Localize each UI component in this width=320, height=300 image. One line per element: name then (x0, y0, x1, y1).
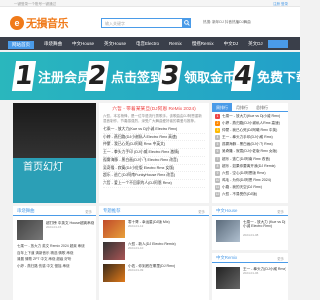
list-item[interactable]: 7 超乐 - 逃亡(DJ阿南 Rmx 改音) (215, 156, 285, 163)
list-item[interactable]: 小婷 - 燕归路(DJ小谢私人Electro Rmx 高速) (103, 134, 205, 142)
thumbnail[interactable] (103, 220, 125, 238)
rank-badge: 3 (215, 128, 220, 134)
rank-badge: 2 (215, 121, 220, 127)
section-chinese-remix: 中文Remix 更多 王一 - 拳头力(DJ小威 Rmx) 2024-01-06 (212, 253, 288, 300)
section-featured-topics: 专题推荐 更多 零十哥 - 幸运星(DJ版 Mix) 2024-01-12 六哲 -… (99, 206, 209, 300)
nav-item[interactable]: 英文DJ (248, 41, 263, 49)
section-title: 专题推荐 (103, 208, 121, 213)
ranking-panel: 周排行 月排行 总排行 1 七乘一 - 放大力(Kue vs Dj小诚 Rmx) … (212, 103, 288, 203)
hot-search[interactable]: 热搜: 新年DJ 抖音热播DJ舞曲 (203, 20, 251, 25)
rank-badge: 7 (215, 156, 220, 162)
main-nav: 网站首页 串烧舞曲 中文House 英文House 电音Electro Remi… (0, 37, 300, 50)
home-slider[interactable]: 首页幻灯 (13, 103, 96, 203)
list-item[interactable]: 9 六哲 - 空心(DJ阿恩版 Rmx) (215, 170, 285, 177)
banner-step-2: 2 点击签到 (84, 61, 164, 91)
logo-mark-icon: e (10, 16, 24, 30)
promo-banner[interactable]: 1注册会员 2点击签到 3领取金币 4免费下载 (0, 52, 300, 100)
site-logo[interactable]: e 无損音乐 (10, 15, 69, 31)
list-item[interactable]: 仲蒙 - 我已心死(DJ阿曦 Rmx 中英文) (103, 141, 205, 150)
top-bar: 一键登录一个账号一键通过 注册 登录 (0, 0, 300, 7)
banner-step-3: 3 领取金币 (157, 61, 237, 91)
list-item[interactable]: 六哲 - 爱上一个不回家的人(DJ阿恩 Rmx) (103, 180, 205, 188)
more-link[interactable]: 更多 (277, 256, 284, 261)
thumbnail[interactable] (17, 220, 43, 240)
list-item[interactable]: 六哲 - 新人(DJ Electro Remix) 2024-01-10 (128, 242, 206, 250)
header: e 无損音乐 输入关键字 热搜: 新年DJ 抖音热播DJ舞曲 (0, 7, 300, 37)
top-bar-notice: 一键登录一个账号一键通过 (14, 1, 56, 6)
list-item[interactable]: 10 鸡毛 - 为你(DJ阿恩 Rmx 2024) (215, 177, 285, 184)
thumbnail[interactable] (103, 242, 125, 260)
slider-image (13, 103, 96, 158)
list-item[interactable]: 11 小路 - 我的天空(DJ Rmx) (215, 184, 285, 191)
list-item[interactable]: 2 小婷 - 燕归路(DJ小谢私人Rmx 高速) (215, 120, 285, 127)
nav-item-home[interactable]: 网站首页 (8, 40, 34, 49)
featured-title[interactable]: 六哲 - 带着某某旦(DJ阿恩 ReMix 2024) (99, 105, 209, 112)
nav-item[interactable]: 英文House (104, 41, 126, 49)
tab-monthly[interactable]: 月排行 (232, 103, 252, 111)
rank-badge: 12 (215, 192, 220, 198)
list-item[interactable]: 孤雾海豚 - 黑白画(DJ小飞 Electro Rmx 改音) (103, 157, 205, 165)
banner-step-1: 1 注册会员 (11, 61, 91, 91)
section-title: 串烧舞曲 (17, 208, 35, 213)
nav-dropdown[interactable] (268, 39, 288, 48)
nav-item[interactable]: 中文DJ (224, 41, 239, 49)
section-medley: 串烧舞曲 更多 超打榜 中英文 House超爽串烧 2024-01-15 七乘一 … (13, 206, 96, 300)
rank-badge: 8 (215, 163, 220, 169)
thumbnail[interactable] (103, 264, 125, 282)
rank-badge: 1 (215, 114, 220, 119)
list-item[interactable]: 12 六哲 - 不易受伤(DJ版) (215, 191, 285, 198)
section-title: 中文House (216, 208, 238, 213)
list-item[interactable]: 超打榜 中英文 House超爽串烧 2024-01-15 (46, 221, 94, 229)
thumbnail[interactable] (216, 267, 240, 289)
thumbnail[interactable] (216, 220, 240, 242)
rank-badge: 10 (215, 177, 220, 183)
search-button[interactable] (183, 18, 191, 28)
list-item[interactable]: 吴奇隆 - 寂寞(DJ小佐版 Electro Rmx 女版) (103, 165, 205, 173)
tab-total[interactable]: 总排行 (252, 103, 272, 111)
rank-badge: 9 (215, 170, 220, 176)
list-item[interactable]: 1 七乘一 - 放大力(Kue vs Dj小诚 Rmx) (215, 113, 285, 120)
rank-badge: 6 (215, 149, 220, 155)
list-item[interactable]: 小佐 - 你到底在哪里(DJ Rmx) 2024-01-09 (128, 264, 206, 272)
tab-weekly[interactable]: 周排行 (212, 103, 232, 111)
featured-panel: 六哲 - 带着某某旦(DJ阿恩 ReMix 2024) 六哲，本名杨锋，是一位华… (99, 103, 209, 203)
more-link[interactable]: 更多 (85, 209, 92, 214)
list-item[interactable]: 七乘一 - 放大力 英文 Remix 2024 超爽 串烧 (17, 243, 93, 250)
section-title: 中文Remix (216, 255, 238, 260)
rank-badge: 11 (215, 184, 220, 190)
more-link[interactable]: 更多 (198, 209, 205, 214)
list-item[interactable]: 5 孤雾海豚 - 黑白画(DJ小飞 Rmx) (215, 141, 285, 148)
list-item[interactable]: 3 仲蒙 - 我已心死(DJ阿曦 Rmx 中英) (215, 127, 285, 134)
banner-step-4: 4免费下载 (230, 61, 300, 91)
more-link[interactable]: 更多 (277, 209, 284, 214)
list-item[interactable]: 七乘一 - 放大力 (Kue vs Dj小诚 Electro Rmx) 2024-… (243, 220, 286, 237)
list-item[interactable]: 七乘一 - 放大力(Kue vs Dj小诚 Electro Rmx) (103, 126, 205, 134)
search-icon (184, 20, 190, 26)
nav-item[interactable]: 中文House (72, 41, 94, 49)
list-item[interactable]: 王一 - 拳头力(DJ小威 Rmx) 2024-01-06 (243, 267, 286, 275)
logo-text: 无損音乐 (26, 18, 69, 30)
section-chinese-house: 中文House 更多 七乘一 - 放大力 (Kue vs Dj小诚 Electro… (212, 206, 288, 250)
login-register-link[interactable]: 注册 登录 (273, 2, 288, 7)
featured-description: 六哲，本名杨锋，是一位华语流行男歌手。该歌曲由DJ阿恩重新混音制作，节奏感强烈，… (103, 114, 202, 123)
list-item[interactable]: 超乐 - 逃亡(DJ阿南FunkyHouse Rmx 改音) (103, 172, 205, 180)
nav-item[interactable]: Remix (169, 41, 182, 49)
rank-badge: 5 (215, 142, 220, 148)
list-item[interactable]: 4 王一 - 拳头力手印(DJ小威 Rmx) (215, 134, 285, 141)
list-item[interactable]: 王一 - 拳头力手印 (DJ小威 Electro Rmx 激情) (103, 149, 205, 157)
search-input[interactable]: 输入关键字 (101, 18, 183, 28)
slider-caption: 首页幻灯 (23, 162, 63, 173)
nav-item[interactable]: 慢摇Remix (192, 41, 214, 49)
list-item[interactable]: 小婷 - 燕归路 伤感 中文 慢摇 串烧 (17, 263, 93, 270)
nav-item[interactable]: 电音Electro (136, 41, 159, 49)
list-item[interactable]: 8 超乐 - 如果你要离开我(DJ Remix) (215, 163, 285, 170)
rank-badge: 4 (215, 135, 220, 141)
nav-item[interactable]: 串烧舞曲 (44, 41, 62, 49)
list-item[interactable]: 6 吴奇隆 - 寂寞(DJ小佐版 Rmx 女版) (215, 148, 285, 155)
list-item[interactable]: 零十哥 - 幸运星(DJ版 Mix) 2024-01-12 (128, 220, 206, 228)
